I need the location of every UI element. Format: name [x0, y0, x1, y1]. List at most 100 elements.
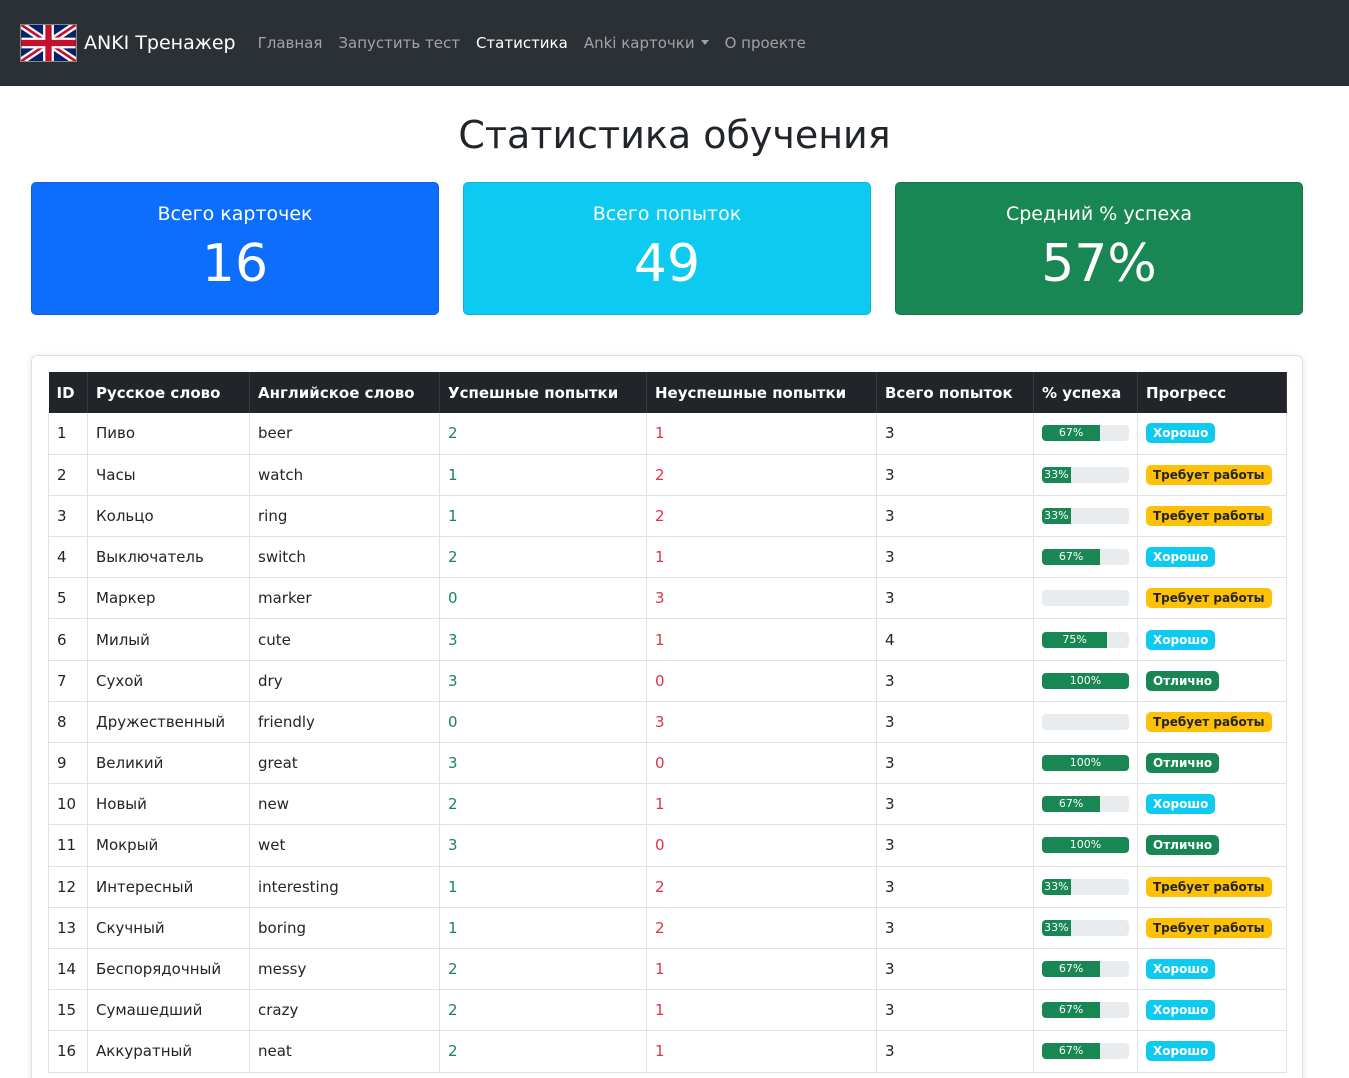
- cell-successful: 1: [439, 495, 647, 538]
- progress-track: 67%: [1042, 1002, 1129, 1019]
- cell-successful: 2: [439, 989, 647, 1032]
- nav-link-start-test[interactable]: Запустить тест: [330, 34, 468, 52]
- cell-total: 3: [876, 783, 1034, 826]
- cell-unsuccessful: 3: [646, 701, 877, 744]
- cell-successful: 1: [439, 907, 647, 949]
- progress-track: 100%: [1042, 672, 1129, 689]
- cell-total: 3: [876, 948, 1034, 991]
- cell-russian-word: Пиво: [87, 413, 250, 455]
- cell-english-word: switch: [249, 536, 440, 579]
- cell-russian-word: Маркер: [87, 577, 250, 620]
- cell-russian-word: Великий: [87, 742, 250, 785]
- column-header-total: Всего попыток: [876, 372, 1034, 413]
- status-badge: Хорошо: [1146, 1000, 1216, 1021]
- cell-progress: Хорошо: [1137, 536, 1287, 579]
- stat-value: 49: [633, 234, 701, 294]
- cell-english-word: marker: [249, 577, 440, 620]
- stat-value: 57%: [1041, 234, 1157, 294]
- cell-total: 3: [876, 660, 1034, 702]
- nav-link-statistics[interactable]: Статистика: [468, 34, 576, 52]
- cell-english-word: boring: [249, 907, 440, 949]
- cell-total: 3: [876, 577, 1034, 620]
- progress-bar: 67%: [1042, 961, 1101, 978]
- status-badge: Хорошо: [1146, 794, 1216, 815]
- table-row: 3 Кольцо ring 1 2 3 33% Требует работы: [48, 495, 1287, 538]
- progress-track: 67%: [1042, 549, 1129, 566]
- cell-successful: 2: [439, 413, 647, 455]
- cell-unsuccessful: 0: [646, 742, 877, 785]
- cell-successful: 3: [439, 660, 647, 702]
- cell-successful: 0: [439, 577, 647, 620]
- progress-track: 33%: [1042, 507, 1129, 524]
- brand-link[interactable]: ANKI Тренажер: [20, 24, 236, 62]
- cell-english-word: crazy: [249, 989, 440, 1032]
- cell-id: 9: [48, 742, 88, 785]
- cell-russian-word: Мокрый: [87, 824, 250, 867]
- cell-progress: Отлично: [1137, 660, 1287, 702]
- cell-english-word: cute: [249, 618, 440, 661]
- progress-bar: 67%: [1042, 425, 1101, 442]
- column-header-unsuccessful: Неуспешные попытки: [646, 372, 877, 413]
- table-row: 1 Пиво beer 2 1 3 67% Хорошо: [48, 413, 1287, 455]
- status-badge: Требует работы: [1146, 711, 1272, 732]
- progress-track: 33%: [1042, 919, 1129, 936]
- nav-dropdown-label: Anki карточки: [583, 34, 695, 52]
- nav-link-home[interactable]: Главная: [250, 34, 331, 52]
- cell-id: 5: [48, 577, 88, 620]
- cell-english-word: ring: [249, 495, 440, 538]
- cell-id: 6: [48, 618, 88, 661]
- cell-progress: Отлично: [1137, 742, 1287, 785]
- cell-english-word: watch: [249, 454, 440, 496]
- cell-successful: 2: [439, 1030, 647, 1073]
- cell-id: 7: [48, 660, 88, 702]
- cell-english-word: interesting: [249, 866, 440, 908]
- cell-english-word: friendly: [249, 701, 440, 744]
- cell-successful: 2: [439, 536, 647, 579]
- cell-id: 13: [48, 907, 88, 949]
- column-header-progress: Прогресс: [1137, 372, 1287, 413]
- status-badge: Требует работы: [1146, 505, 1272, 526]
- cell-progress: Отлично: [1137, 824, 1287, 867]
- cell-progress: Требует работы: [1137, 577, 1287, 620]
- cell-russian-word: Беспорядочный: [87, 948, 250, 991]
- progress-track: 100%: [1042, 837, 1129, 854]
- cell-successful: 3: [439, 618, 647, 661]
- status-badge: Требует работы: [1146, 917, 1272, 938]
- cell-total: 3: [876, 495, 1034, 538]
- cell-success-percent: 67%: [1033, 413, 1138, 455]
- cell-russian-word: Сумашедший: [87, 989, 250, 1032]
- cell-progress: Хорошо: [1137, 948, 1287, 991]
- cell-success-percent: 67%: [1033, 536, 1138, 579]
- cell-progress: Хорошо: [1137, 618, 1287, 661]
- stat-card-avg-success: Средний % успеха 57%: [895, 182, 1303, 315]
- cell-english-word: new: [249, 783, 440, 826]
- cell-english-word: neat: [249, 1030, 440, 1073]
- progress-track: 75%: [1042, 631, 1129, 648]
- status-badge: Хорошо: [1146, 629, 1216, 650]
- table-header-row: ID Русское слово Английское слово Успешн…: [48, 372, 1287, 413]
- cell-unsuccessful: 3: [646, 577, 877, 620]
- progress-track: 67%: [1042, 961, 1129, 978]
- stat-label: Всего карточек: [157, 203, 313, 225]
- cell-english-word: great: [249, 742, 440, 785]
- stat-value: 16: [201, 234, 269, 294]
- progress-bar: 67%: [1042, 1043, 1101, 1060]
- cell-progress: Требует работы: [1137, 866, 1287, 908]
- cell-successful: 2: [439, 783, 647, 826]
- cell-success-percent: 100%: [1033, 824, 1138, 867]
- cell-unsuccessful: 1: [646, 948, 877, 991]
- stat-label: Всего попыток: [592, 203, 742, 225]
- cell-id: 2: [48, 454, 88, 496]
- nav-link-about[interactable]: О проекте: [717, 34, 814, 52]
- column-header-english-word: Английское слово: [249, 372, 440, 413]
- cell-unsuccessful: 2: [646, 495, 877, 538]
- column-header-success-percent: % успеха: [1033, 372, 1138, 413]
- cell-unsuccessful: 2: [646, 907, 877, 949]
- progress-bar: 33%: [1042, 919, 1071, 936]
- cell-unsuccessful: 1: [646, 989, 877, 1032]
- cell-russian-word: Сухой: [87, 660, 250, 702]
- cell-progress: Требует работы: [1137, 701, 1287, 744]
- cell-russian-word: Скучный: [87, 907, 250, 949]
- nav-dropdown-anki-cards[interactable]: Anki карточки: [576, 34, 717, 52]
- cell-total: 3: [876, 454, 1034, 496]
